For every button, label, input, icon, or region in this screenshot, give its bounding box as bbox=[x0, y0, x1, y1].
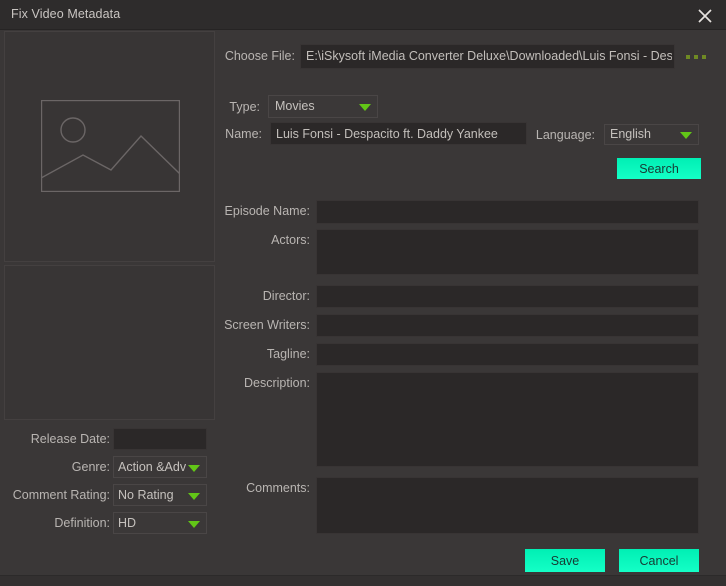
genre-label: Genre: bbox=[72, 460, 110, 474]
choose-file-value: E:\iSkysoft iMedia Converter Deluxe\Down… bbox=[306, 49, 672, 63]
close-icon[interactable] bbox=[684, 0, 726, 30]
save-button[interactable]: Save bbox=[525, 549, 605, 572]
comment-rating-label: Comment Rating: bbox=[13, 488, 110, 502]
window-title: Fix Video Metadata bbox=[11, 7, 120, 21]
actors-label: Actors: bbox=[120, 233, 310, 247]
image-placeholder-icon bbox=[41, 100, 180, 192]
definition-row: Definition: HD bbox=[0, 512, 215, 536]
release-date-input[interactable] bbox=[113, 428, 207, 450]
language-value: English bbox=[610, 127, 651, 141]
screen-writers-input[interactable] bbox=[316, 314, 699, 337]
chevron-down-icon bbox=[188, 521, 200, 528]
name-value: Luis Fonsi - Despacito ft. Daddy Yankee bbox=[276, 127, 498, 141]
director-label: Director: bbox=[120, 289, 310, 303]
definition-dropdown[interactable]: HD bbox=[113, 512, 207, 534]
actors-input[interactable] bbox=[316, 229, 699, 275]
chevron-down-icon bbox=[680, 132, 692, 139]
fix-video-metadata-dialog: Fix Video Metadata Release Date: Genre: Ac… bbox=[0, 0, 726, 586]
screen-writers-label: Screen Writers: bbox=[120, 318, 310, 332]
browse-button[interactable] bbox=[684, 46, 714, 67]
director-input[interactable] bbox=[316, 285, 699, 308]
chevron-down-icon bbox=[359, 104, 371, 111]
language-dropdown[interactable]: English bbox=[604, 124, 699, 145]
bottom-strip bbox=[0, 575, 726, 586]
tagline-input[interactable] bbox=[316, 343, 699, 366]
choose-file-input[interactable]: E:\iSkysoft iMedia Converter Deluxe\Down… bbox=[300, 44, 675, 69]
thumbnail-panel[interactable] bbox=[4, 31, 215, 262]
name-label: Name: bbox=[165, 127, 262, 141]
release-date-label: Release Date: bbox=[31, 432, 110, 446]
release-date-row: Release Date: bbox=[0, 428, 215, 452]
genre-row: Genre: Action &Adv bbox=[0, 456, 215, 480]
type-value: Movies bbox=[275, 99, 315, 113]
genre-value: Action &Adv bbox=[118, 460, 186, 474]
definition-label: Definition: bbox=[54, 516, 110, 530]
type-dropdown[interactable]: Movies bbox=[268, 95, 378, 118]
type-label: Type: bbox=[165, 100, 260, 114]
chevron-down-icon bbox=[188, 465, 200, 472]
episode-name-input[interactable] bbox=[316, 200, 699, 224]
choose-file-label: Choose File: bbox=[130, 49, 295, 63]
definition-value: HD bbox=[118, 516, 186, 530]
genre-dropdown[interactable]: Action &Adv bbox=[113, 456, 207, 478]
cancel-button[interactable]: Cancel bbox=[619, 549, 699, 572]
search-button[interactable]: Search bbox=[617, 158, 701, 179]
description-label: Description: bbox=[120, 376, 310, 390]
title-bar: Fix Video Metadata bbox=[0, 0, 726, 30]
comments-input[interactable] bbox=[316, 477, 699, 534]
description-input[interactable] bbox=[316, 372, 699, 467]
language-label: Language: bbox=[470, 128, 595, 142]
tagline-label: Tagline: bbox=[120, 347, 310, 361]
comments-label: Comments: bbox=[120, 481, 310, 495]
episode-name-label: Episode Name: bbox=[120, 204, 310, 218]
